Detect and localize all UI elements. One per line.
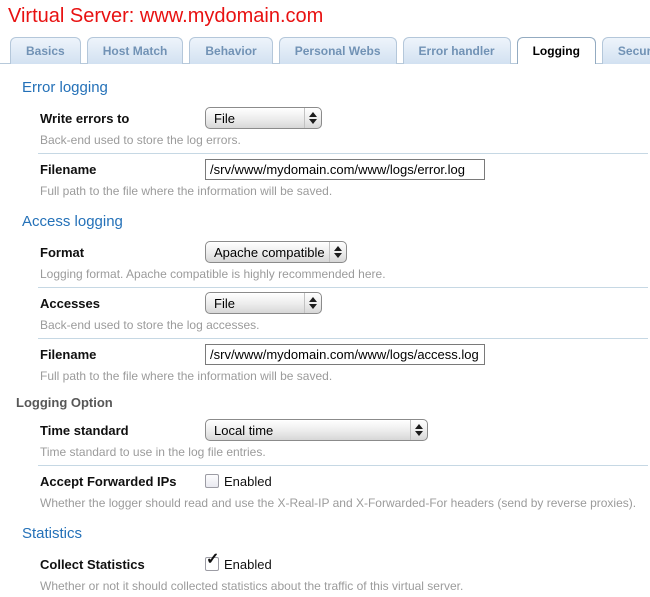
section-access-logging: Access logging Format Apache compatible …: [0, 212, 650, 383]
select-stepper-arrows-icon: [410, 420, 427, 440]
tab-logging[interactable]: Logging: [517, 37, 596, 64]
select-stepper-arrows-icon: [304, 108, 321, 128]
tab-error-handler[interactable]: Error handler: [403, 37, 511, 64]
section-statistics: Statistics Collect Statistics ✓ Enabled …: [0, 524, 650, 593]
format-help: Logging format. Apache compatible is hig…: [40, 267, 650, 281]
tab-host-match[interactable]: Host Match: [87, 37, 184, 64]
entry-accesses: Accesses File Back-end used to store the…: [0, 288, 650, 332]
write-errors-to-label: Write errors to: [40, 111, 205, 126]
accesses-selected-value: File: [214, 296, 235, 311]
subheader-logging-option: Logging Option: [16, 395, 650, 411]
entry-format: Format Apache compatible Logging format.…: [0, 237, 650, 281]
entry-error-filename: Filename Full path to the file where the…: [0, 154, 650, 198]
section-error-logging: Error logging Write errors to File Back-…: [0, 78, 650, 198]
collect-statistics-enabled-label[interactable]: Enabled: [224, 557, 272, 572]
accesses-select[interactable]: File: [205, 292, 322, 314]
accesses-label: Accesses: [40, 296, 205, 311]
access-filename-label: Filename: [40, 347, 205, 362]
accesses-help: Back-end used to store the log accesses.: [40, 318, 650, 332]
format-select[interactable]: Apache compatible: [205, 241, 347, 263]
error-filename-label: Filename: [40, 162, 205, 177]
access-filename-input[interactable]: [205, 344, 485, 365]
entry-accept-forwarded-ips: Accept Forwarded IPs ✓ Enabled Whether t…: [0, 466, 650, 510]
time-standard-selected-value: Local time: [214, 423, 273, 438]
tab-basics[interactable]: Basics: [10, 37, 81, 64]
collect-statistics-label: Collect Statistics: [40, 557, 205, 572]
write-errors-to-selected-value: File: [214, 111, 235, 126]
select-stepper-arrows-icon: [304, 293, 321, 313]
collect-statistics-help: Whether or not it should collected stati…: [40, 579, 650, 593]
tab-bar: Basics Host Match Behavior Personal Webs…: [0, 36, 650, 64]
time-standard-select[interactable]: Local time: [205, 419, 428, 441]
accept-forwarded-ips-label: Accept Forwarded IPs: [40, 474, 205, 489]
check-icon: ✓: [206, 552, 219, 568]
select-stepper-arrows-icon: [329, 242, 346, 262]
error-filename-help: Full path to the file where the informat…: [40, 184, 650, 198]
write-errors-to-help: Back-end used to store the log errors.: [40, 133, 650, 147]
collect-statistics-checkbox[interactable]: ✓: [205, 557, 219, 571]
tab-personal-webs[interactable]: Personal Webs: [279, 37, 397, 64]
access-filename-help: Full path to the file where the informat…: [40, 369, 650, 383]
format-label: Format: [40, 245, 205, 260]
time-standard-label: Time standard: [40, 423, 205, 438]
tab-behavior[interactable]: Behavior: [189, 37, 272, 64]
accept-forwarded-ips-checkbox[interactable]: ✓: [205, 474, 219, 488]
entry-time-standard: Time standard Local time Time standard t…: [0, 415, 650, 459]
tab-security[interactable]: Security: [602, 37, 650, 64]
entry-write-errors-to: Write errors to File Back-end used to st…: [0, 103, 650, 147]
entry-access-filename: Filename Full path to the file where the…: [0, 339, 650, 383]
accept-forwarded-ips-enabled-label[interactable]: Enabled: [224, 474, 272, 489]
entry-collect-statistics: Collect Statistics ✓ Enabled Whether or …: [0, 549, 650, 593]
error-filename-input[interactable]: [205, 159, 485, 180]
format-selected-value: Apache compatible: [214, 245, 325, 260]
time-standard-help: Time standard to use in the log file ent…: [40, 445, 650, 459]
section-title-access-logging: Access logging: [22, 212, 650, 231]
section-title-statistics: Statistics: [22, 524, 650, 543]
accept-forwarded-ips-help: Whether the logger should read and use t…: [40, 496, 650, 510]
write-errors-to-select[interactable]: File: [205, 107, 322, 129]
section-title-error-logging: Error logging: [22, 78, 650, 97]
page-title: Virtual Server: www.mydomain.com: [8, 5, 650, 27]
section-logging-option: Logging Option Time standard Local time …: [0, 395, 650, 510]
